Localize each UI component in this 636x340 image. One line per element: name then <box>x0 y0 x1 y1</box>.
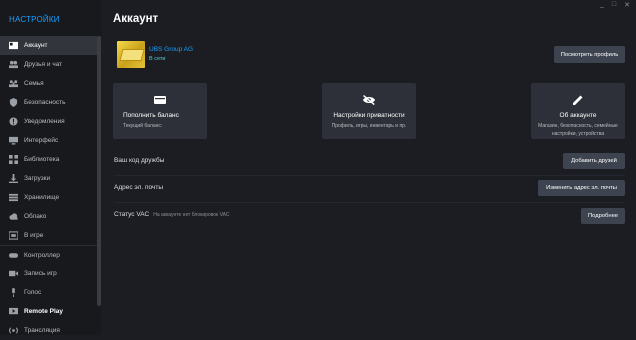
sidebar-item-library[interactable]: Библиотека <box>0 150 97 169</box>
card-subtitle: Текущий баланс: <box>123 123 163 129</box>
card-subtitle: Профиль, игры, инвентарь и пр. <box>331 123 407 129</box>
sidebar-nav: Аккаунт Друзья и чат Семья Безопасность … <box>0 36 97 340</box>
library-grid-icon <box>9 155 18 164</box>
card-subtitle: Магазин, безопасность, семейные настройк… <box>538 123 618 137</box>
sidebar-item-label: Безопасность <box>24 99 66 106</box>
sidebar-item-account[interactable]: Аккаунт <box>0 36 97 55</box>
settings-sidebar: НАСТРОЙКИ Аккаунт Друзья и чат Семья Без… <box>0 0 101 335</box>
vac-details-button[interactable]: Подробнее <box>581 208 625 224</box>
sidebar-item-label: В игре <box>24 232 44 239</box>
microphone-icon <box>9 288 18 297</box>
wallet-icon <box>113 94 207 106</box>
remote-play-icon <box>9 307 18 316</box>
sidebar-item-label: Запись игр <box>24 270 57 277</box>
sidebar-item-game-recording[interactable]: Запись игр <box>0 264 97 283</box>
pencil-icon <box>531 94 625 106</box>
minimize-icon[interactable]: _ <box>600 1 604 9</box>
notification-icon <box>9 117 18 126</box>
sidebar-item-label: Библиотека <box>24 156 60 163</box>
page-title: Аккаунт <box>113 13 159 25</box>
card-title: Пополнить баланс <box>123 112 179 119</box>
email-label: Адрес эл. почты <box>114 184 164 191</box>
sidebar-item-label: Трансляция <box>24 327 60 334</box>
sidebar-item-label: Контроллер <box>24 251 60 259</box>
vac-status-text: На аккаунте нет блокировок VAC <box>153 212 230 218</box>
vac-status-label: Статус VAC <box>114 211 150 218</box>
sidebar-item-label: Уведомления <box>24 118 65 125</box>
controller-icon <box>9 251 18 260</box>
sidebar-title: НАСТРОЙКИ <box>9 15 60 24</box>
sidebar-item-storage[interactable]: Хранилище <box>0 188 97 207</box>
sidebar-item-voice[interactable]: Голос <box>0 283 97 302</box>
sidebar-item-label: Семья <box>24 80 44 87</box>
add-friends-button[interactable]: Добавить друзей <box>563 153 625 169</box>
sidebar-item-remote-play[interactable]: Remote Play <box>0 302 97 321</box>
view-profile-button[interactable]: Посмотреть профиль <box>554 46 625 63</box>
avatar <box>117 41 145 68</box>
sidebar-item-label: Загрузки <box>24 175 51 182</box>
change-email-button[interactable]: Изменить адрес эл. почты <box>538 180 625 196</box>
sidebar-item-label: Интерфейс <box>24 137 59 144</box>
download-icon <box>9 174 18 183</box>
broadcast-icon <box>9 326 18 335</box>
sidebar-item-cloud[interactable]: Облако <box>0 207 97 226</box>
monitor-icon <box>9 136 18 145</box>
sidebar-item-controller[interactable]: Контроллер <box>0 245 97 264</box>
sidebar-item-label: Аккаунт <box>24 42 48 49</box>
sidebar-item-label: Remote Play <box>24 308 64 315</box>
user-status: В сети <box>149 56 166 62</box>
account-details-card[interactable]: Об аккаунте Магазин, безопасность, семей… <box>531 83 625 139</box>
maximize-icon[interactable]: □ <box>612 1 616 9</box>
eye-off-icon <box>322 94 416 106</box>
card-title: Настройки приватности <box>333 112 405 119</box>
sidebar-item-family[interactable]: Семья <box>0 74 97 93</box>
sidebar-item-friends[interactable]: Друзья и чат <box>0 55 97 74</box>
sidebar-item-label: Облако <box>24 213 47 220</box>
sidebar-item-interface[interactable]: Интерфейс <box>0 131 97 150</box>
privacy-settings-card[interactable]: Настройки приватности Профиль, игры, инв… <box>322 83 416 139</box>
divider <box>114 202 624 203</box>
window-controls: _ □ ✕ <box>600 1 630 9</box>
storage-icon <box>9 193 18 202</box>
sidebar-item-label: Хранилище <box>24 194 60 201</box>
in-game-icon <box>9 231 18 240</box>
friend-code-label: Ваш код дружбы <box>114 157 165 164</box>
sidebar-item-broadcast[interactable]: Трансляция <box>0 321 97 340</box>
close-icon[interactable]: ✕ <box>624 1 630 9</box>
divider <box>114 175 624 176</box>
sidebar-item-downloads[interactable]: Загрузки <box>0 169 97 188</box>
family-icon <box>9 79 18 88</box>
user-name: UBS Group AG <box>149 46 194 53</box>
sidebar-item-label: Друзья и чат <box>24 61 63 68</box>
vac-status-row: Статус VAC На аккаунте нет блокировок VAC <box>114 211 230 218</box>
card-title: Об аккаунте <box>559 112 597 119</box>
shield-icon <box>9 98 18 107</box>
account-icon <box>9 41 18 50</box>
sidebar-item-label: Голос <box>24 289 42 296</box>
record-icon <box>9 269 18 278</box>
sidebar-item-in-game[interactable]: В игре <box>0 226 97 245</box>
sidebar-item-notifications[interactable]: Уведомления <box>0 112 97 131</box>
sidebar-item-security[interactable]: Безопасность <box>0 93 97 112</box>
add-funds-card[interactable]: Пополнить баланс Текущий баланс: <box>113 83 207 139</box>
cloud-icon <box>9 212 18 221</box>
friends-icon <box>9 60 18 69</box>
account-panel: _ □ ✕ Аккаунт UBS Group AG В сети Посмот… <box>101 0 636 335</box>
